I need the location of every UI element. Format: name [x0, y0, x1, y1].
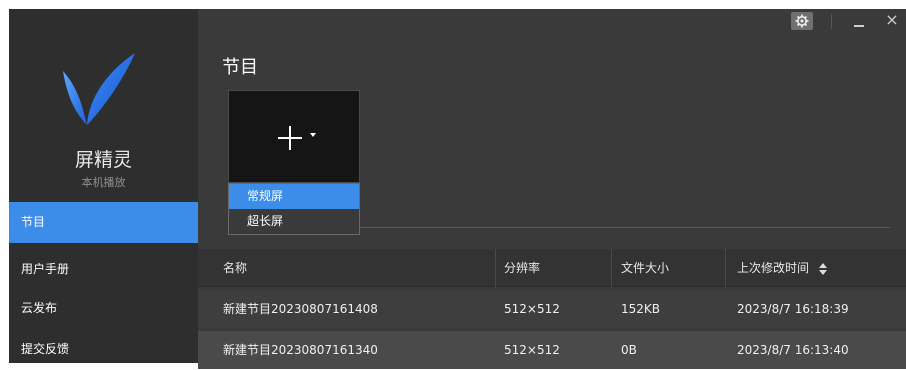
- cell-modified: 2023/8/7 16:13:40: [737, 343, 849, 357]
- app-logo: [63, 53, 135, 125]
- column-header-file-size[interactable]: 文件大小: [621, 249, 669, 287]
- cell-name: 新建节目20230807161340: [223, 343, 378, 357]
- caret-down-icon[interactable]: [310, 133, 316, 137]
- sidebar-item-feedback[interactable]: 提交反馈: [9, 329, 198, 370]
- cell-name: 新建节目20230807161408: [223, 302, 378, 316]
- app-window: 屏精灵 本机播放 节目 用户手册 云发布 提交反馈 × 节目 常规屏 超长屏 名…: [9, 9, 906, 369]
- cell-resolution: 512×512: [504, 343, 560, 357]
- gear-icon: [795, 14, 809, 28]
- divider: [360, 227, 890, 228]
- title-bar-separator: [831, 14, 832, 29]
- dropdown-option-ultra-long-screen[interactable]: 超长屏: [229, 209, 359, 234]
- cell-resolution: 512×512: [504, 302, 560, 316]
- new-program-button[interactable]: [228, 90, 360, 183]
- column-header-modified[interactable]: 上次修改时间: [737, 249, 827, 287]
- plus-icon-vertical: [289, 126, 291, 150]
- table-row[interactable]: 新建节目20230807161340 512×512 0B 2023/8/7 1…: [198, 331, 906, 369]
- minimize-icon: [854, 25, 864, 27]
- sidebar: 屏精灵 本机播放 节目 用户手册 云发布 提交反馈: [9, 9, 198, 363]
- table-row[interactable]: 新建节目20230807161408 512×512 152KB 2023/8/…: [198, 290, 906, 328]
- settings-button[interactable]: [791, 12, 813, 30]
- column-header-modified-label: 上次修改时间: [737, 261, 810, 275]
- app-subtitle: 本机播放: [81, 176, 126, 189]
- sidebar-item-programs[interactable]: 节目: [9, 202, 198, 243]
- minimize-button[interactable]: [852, 12, 866, 30]
- page-title: 节目: [222, 57, 258, 78]
- column-divider: [611, 249, 612, 287]
- cell-size: 152KB: [621, 302, 661, 316]
- table-header: 名称 分辨率 文件大小 上次修改时间: [198, 249, 906, 287]
- close-button[interactable]: ×: [885, 10, 899, 30]
- column-divider: [495, 249, 496, 287]
- column-header-name[interactable]: 名称: [223, 249, 247, 287]
- column-divider: [725, 249, 726, 287]
- app-name: 屏精灵: [74, 149, 132, 171]
- cell-modified: 2023/8/7 16:18:39: [737, 302, 849, 316]
- sidebar-item-user-manual[interactable]: 用户手册: [9, 249, 198, 290]
- dropdown-option-regular-screen[interactable]: 常规屏: [229, 184, 359, 209]
- column-header-resolution[interactable]: 分辨率: [504, 249, 540, 287]
- sidebar-item-cloud-publish[interactable]: 云发布: [9, 288, 198, 329]
- new-program-dropdown: 常规屏 超长屏: [228, 183, 360, 235]
- sort-icon[interactable]: [818, 262, 827, 275]
- cell-size: 0B: [621, 343, 637, 357]
